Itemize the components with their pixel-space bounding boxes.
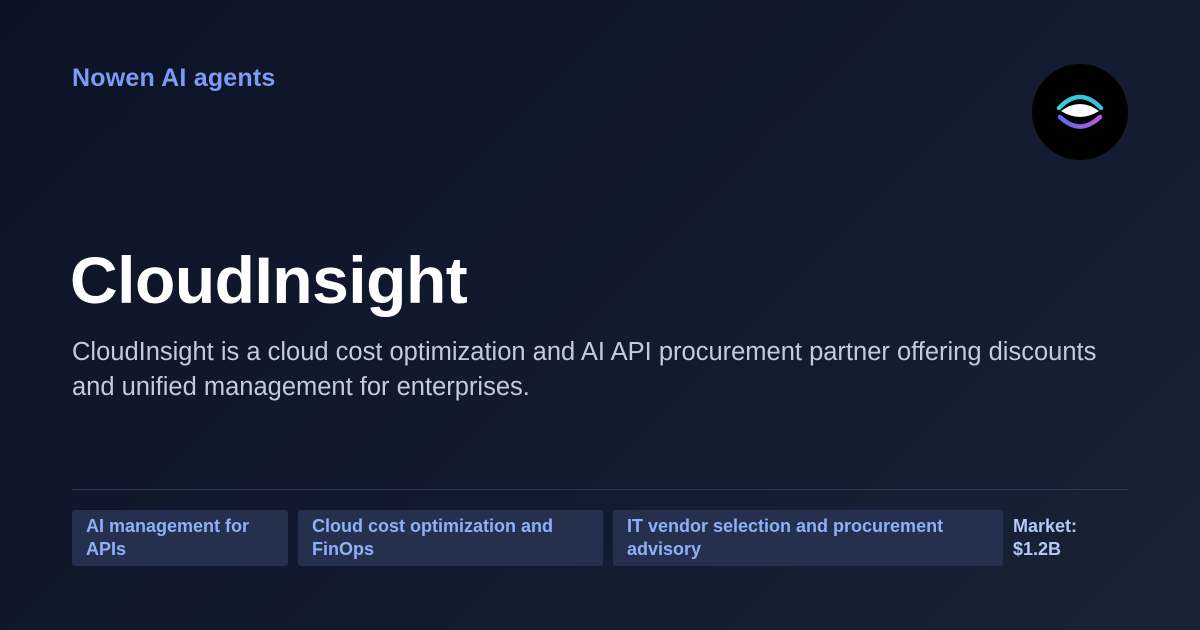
market-value: $1.2B bbox=[1013, 539, 1062, 559]
tag-list: AI management for APIs Cloud cost optimi… bbox=[72, 510, 1123, 566]
divider bbox=[72, 489, 1128, 490]
eye-logo-icon bbox=[1056, 94, 1104, 129]
tag-ai-management: AI management for APIs bbox=[72, 510, 288, 566]
market-size: Market: $1.2B bbox=[1013, 510, 1123, 561]
description: CloudInsight is a cloud cost optimizatio… bbox=[72, 338, 1097, 401]
page-title: CloudInsight bbox=[70, 243, 468, 317]
market-label: Market: bbox=[1013, 516, 1078, 536]
brand-name: Nowen AI agents bbox=[72, 64, 276, 92]
tag-cloud-cost: Cloud cost optimization and FinOps bbox=[298, 510, 603, 566]
tag-it-vendor: IT vendor selection and procurement advi… bbox=[613, 510, 1003, 566]
logo bbox=[1032, 64, 1128, 160]
